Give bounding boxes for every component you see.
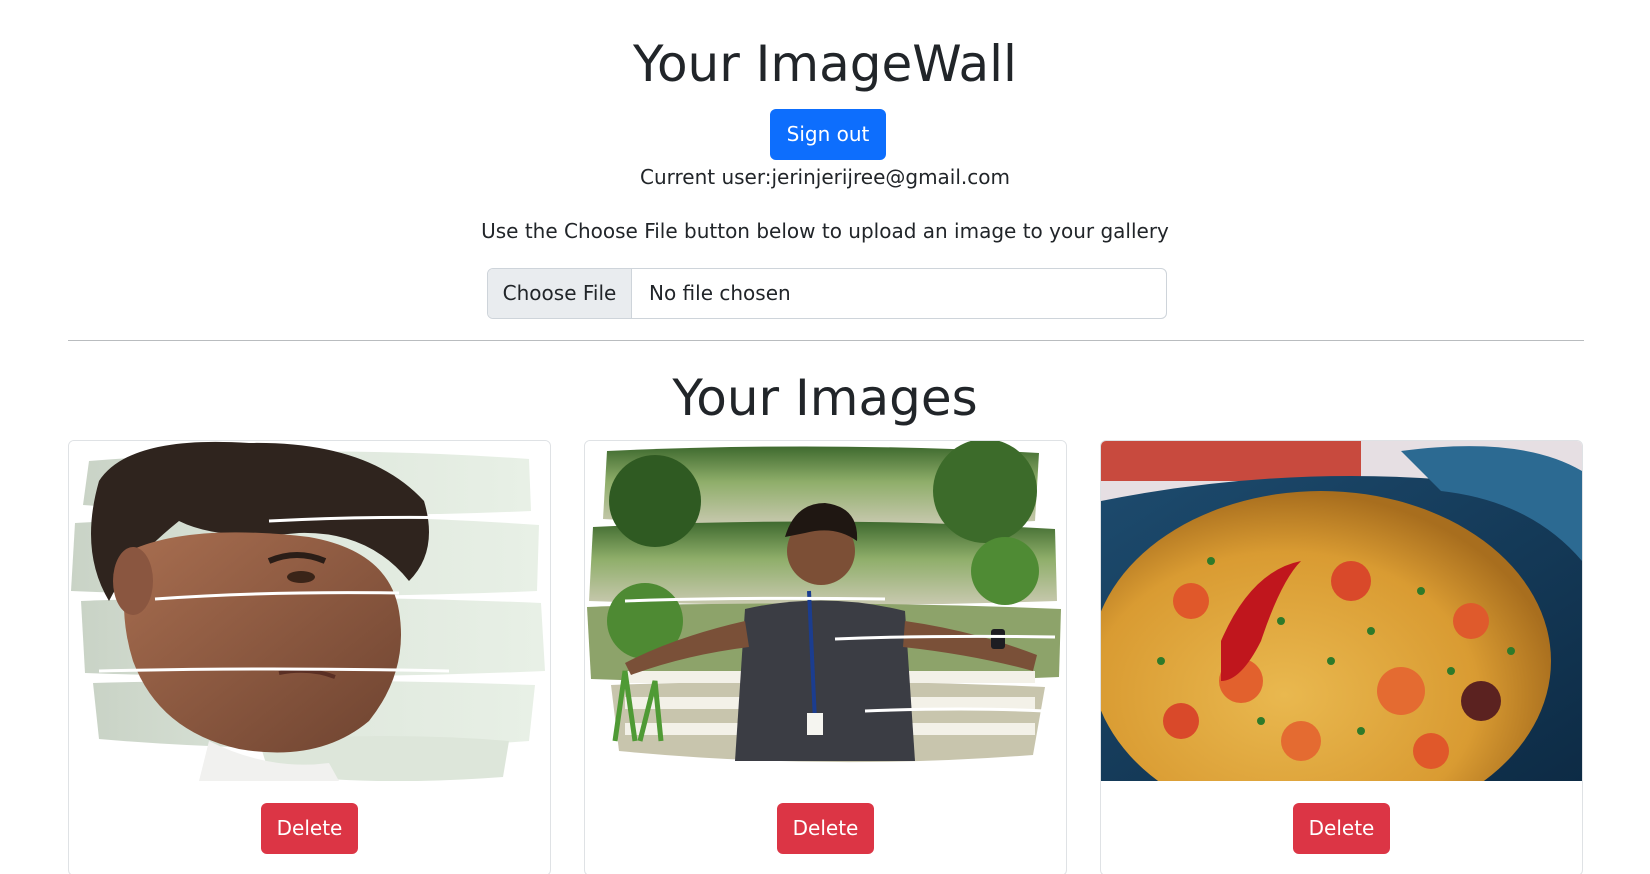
gallery-title: Your Images <box>672 369 978 427</box>
sign-out-button[interactable]: Sign out <box>770 109 886 160</box>
image-card: Delete <box>1100 440 1583 874</box>
choose-file-button[interactable]: Choose File <box>488 269 632 318</box>
delete-button[interactable]: Delete <box>1293 803 1390 854</box>
food-image <box>1101 441 1582 781</box>
imagewall-page: Your ImageWall Sign out Current user:jer… <box>0 0 1650 874</box>
current-user-text: Current user:jerinjerijree@gmail.com <box>639 165 1010 189</box>
section-divider <box>68 340 1584 341</box>
page-title: Your ImageWall <box>633 35 1017 93</box>
upload-instructions: Use the Choose File button below to uplo… <box>481 219 1169 243</box>
portrait-park-image <box>585 441 1066 781</box>
delete-button[interactable]: Delete <box>261 803 358 854</box>
file-upload-input[interactable]: Choose File No file chosen <box>487 268 1167 319</box>
file-status-text: No file chosen <box>649 281 791 305</box>
delete-button[interactable]: Delete <box>777 803 874 854</box>
image-card: Delete <box>584 440 1067 874</box>
portrait-closeup-image <box>69 441 550 781</box>
image-card: Delete <box>68 440 551 874</box>
